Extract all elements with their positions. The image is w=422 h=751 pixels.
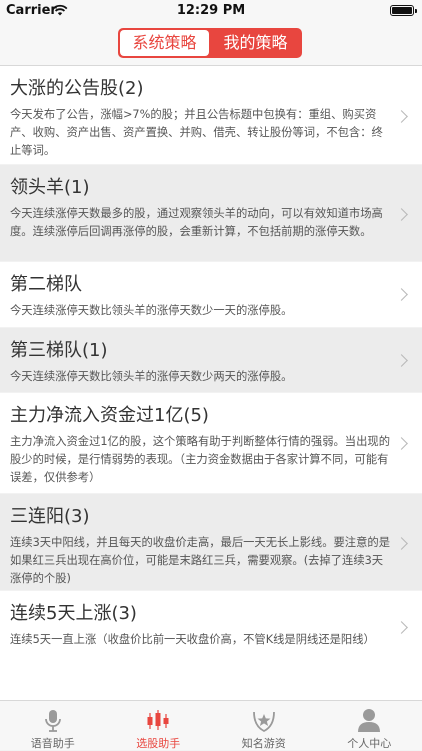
strategy-item[interactable]: 连续5天上涨(3) 连续5天一直上涨（收盘价比前一天收盘价高，不管K线是阴线还是…	[0, 591, 422, 700]
strategy-item[interactable]: 三连阳(3) 连续3天中阳线，并且每天的收盘价走高，最后一天无长上影线。要注意的…	[0, 494, 422, 590]
strategy-description: 连续5天一直上涨（收盘价比前一天收盘价高，不管K线是阴线还是阳线）	[10, 631, 390, 649]
strategy-item[interactable]: 第二梯队 今天连续涨停天数比领头羊的涨停天数少一天的涨停股。	[0, 262, 422, 327]
strategy-segmented-control: 系统策略 我的策略	[118, 28, 302, 58]
tab-famous-traders[interactable]: 知名游资	[211, 701, 317, 750]
strategy-description: 今天连续涨停天数比领头羊的涨停天数少一天的涨停股。	[10, 302, 390, 320]
tab-label: 选股助手	[106, 735, 212, 751]
chevron-right-icon	[395, 537, 408, 550]
candlestick-chart-icon	[144, 707, 172, 733]
battery-icon	[390, 5, 414, 16]
chevron-right-icon	[395, 621, 408, 634]
tab-system-strategy[interactable]: 系统策略	[120, 30, 209, 56]
chevron-right-icon	[395, 437, 408, 450]
microphone-icon	[39, 707, 67, 733]
tab-label: 知名游资	[211, 735, 317, 751]
strategy-list: 大涨的公告股(2) 今天发布了公告，涨幅>7%的股；并且公告标题中包换有：重组、…	[0, 66, 422, 700]
tab-label: 个人中心	[317, 735, 422, 751]
strategy-title: 连续5天上涨(3)	[10, 602, 390, 626]
strategy-description: 主力净流入资金过1亿的股，这个策略有助于判断整体行情的强弱。当出现的股少的时候，…	[10, 433, 390, 487]
strategy-description: 连续3天中阳线，并且每天的收盘价走高，最后一天无长上影线。要注意的是如果红三兵出…	[10, 534, 390, 588]
strategy-title: 第二梯队	[10, 273, 390, 297]
strategy-item[interactable]: 第三梯队(1) 今天连续涨停天数比领头羊的涨停天数少两天的涨停股。	[0, 328, 422, 392]
strategy-description: 今天发布了公告，涨幅>7%的股；并且公告标题中包换有：重组、购买资产、收购、资产…	[10, 106, 390, 160]
clock: 12:29 PM	[0, 3, 422, 18]
tab-voice-assistant[interactable]: 语音助手	[0, 701, 106, 750]
strategy-title: 大涨的公告股(2)	[10, 77, 390, 101]
chevron-right-icon	[395, 288, 408, 301]
tab-personal-center[interactable]: 个人中心	[317, 701, 422, 750]
strategy-description: 今天连续涨停天数比领头羊的涨停天数少两天的涨停股。	[10, 368, 390, 386]
chevron-right-icon	[395, 208, 408, 221]
strategy-title: 领头羊(1)	[10, 176, 390, 200]
strategy-title: 主力净流入资金过1亿(5)	[10, 404, 390, 428]
chevron-right-icon	[395, 354, 408, 367]
tab-my-strategy[interactable]: 我的策略	[211, 30, 300, 56]
strategy-title: 第三梯队(1)	[10, 339, 390, 363]
tab-bar: 语音助手 选股助手 知名游资 个人中心	[0, 700, 422, 750]
strategy-description: 今天连续涨停天数最多的股，通过观察领头羊的动向，可以有效知道市场高度。连续涨停后…	[10, 205, 390, 241]
chevron-right-icon	[395, 110, 408, 123]
tab-stock-picker[interactable]: 选股助手	[106, 701, 212, 750]
strategy-item[interactable]: 主力净流入资金过1亿(5) 主力净流入资金过1亿的股，这个策略有助于判断整体行情…	[0, 393, 422, 493]
strategy-item[interactable]: 大涨的公告股(2) 今天发布了公告，涨幅>7%的股；并且公告标题中包换有：重组、…	[0, 66, 422, 164]
person-icon	[355, 707, 383, 733]
nav-bar: 系统策略 我的策略	[0, 22, 422, 66]
strategy-title: 三连阳(3)	[10, 505, 390, 529]
star-badge-icon	[250, 707, 278, 733]
strategy-item[interactable]: 领头羊(1) 今天连续涨停天数最多的股，通过观察领头羊的动向，可以有效知道市场高…	[0, 165, 422, 261]
tab-label: 语音助手	[0, 735, 106, 751]
status-bar: Carrier 12:29 PM	[0, 0, 422, 22]
